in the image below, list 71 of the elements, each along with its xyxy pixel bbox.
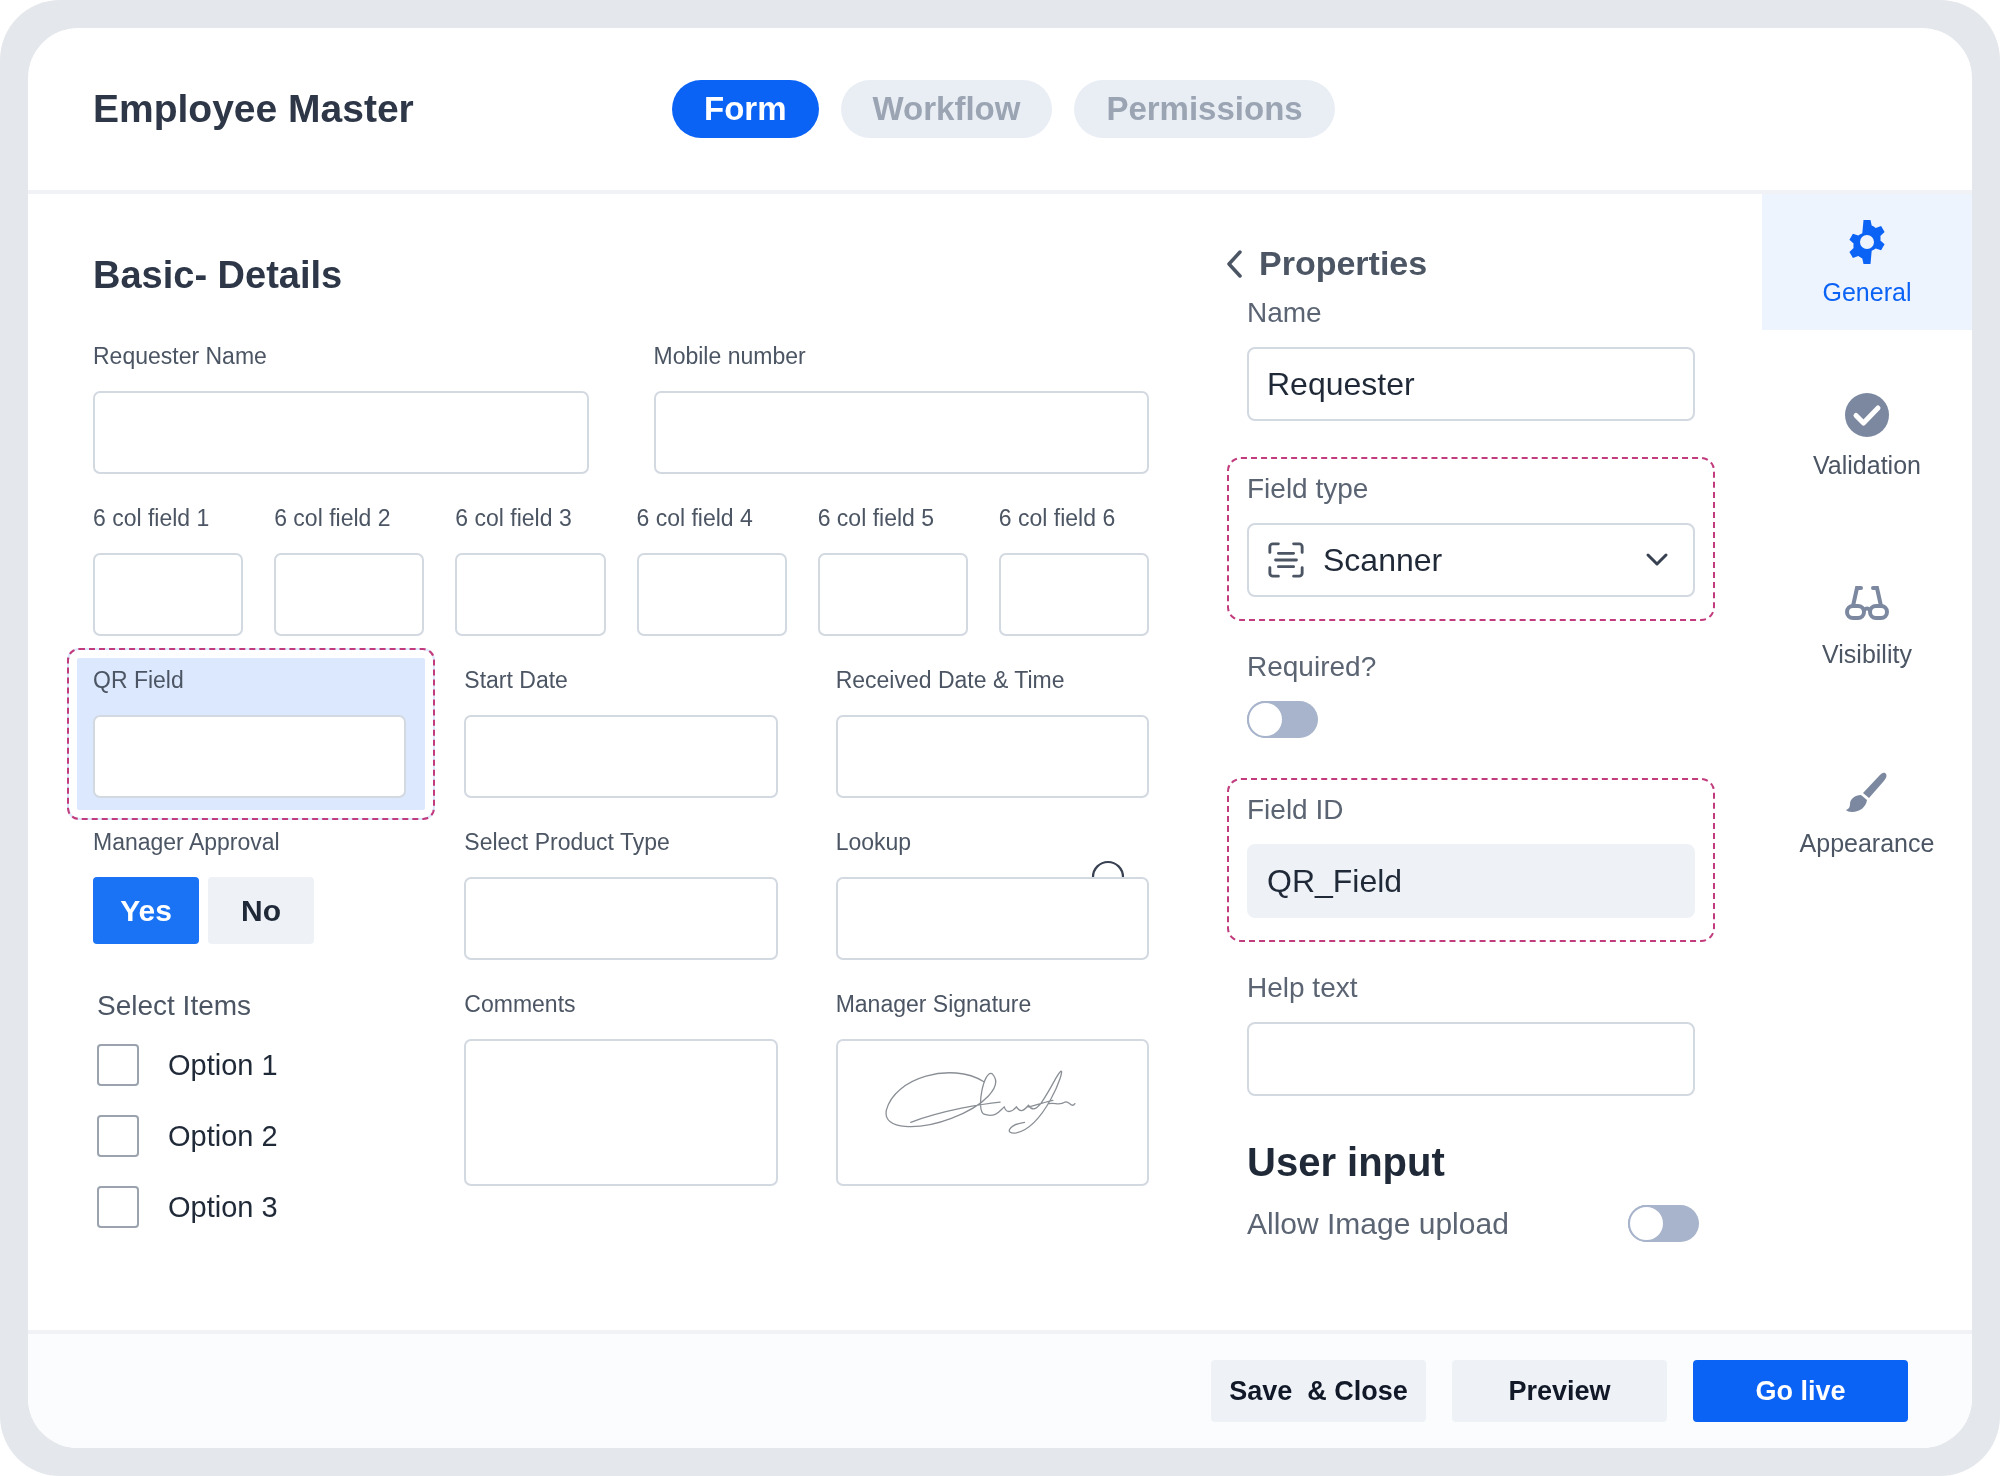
field-label: 6 col field 1 — [93, 504, 211, 532]
page-title: Employee Master — [93, 87, 415, 131]
toggle-switch[interactable] — [1247, 701, 1318, 738]
input-field[interactable] — [93, 715, 407, 798]
field-label: 6 col field 3 — [455, 504, 573, 532]
field-label: Mobile number — [653, 342, 807, 370]
selected-field[interactable]: QR Field — [67, 648, 436, 820]
field-label: Manager Signature — [835, 990, 1033, 1018]
setting-label: Allow Image upload — [1247, 1206, 1509, 1241]
sidebar-tab[interactable]: Appearance — [1762, 730, 1972, 897]
input-field[interactable] — [274, 553, 425, 636]
read-only-field: QR_Field — [1247, 844, 1695, 918]
dropdown[interactable]: Scanner — [1247, 523, 1695, 597]
property-label: Name — [1247, 297, 1323, 329]
input-field[interactable] — [464, 877, 778, 960]
chevron-down-icon — [1645, 552, 1669, 568]
text-field[interactable]: Requester — [1247, 347, 1695, 421]
sidebar-tab[interactable]: General — [1762, 194, 1972, 330]
comment-box[interactable] — [464, 1039, 778, 1186]
lookup-field[interactable] — [835, 877, 1149, 960]
input-field[interactable] — [636, 553, 787, 636]
back-chevron-icon — [1225, 248, 1245, 279]
field-label: Lookup — [835, 828, 913, 856]
panel-title: Properties — [1259, 244, 1428, 283]
dropdown-value: Scanner — [1323, 541, 1444, 579]
choice-button[interactable]: Yes — [93, 877, 199, 944]
field-label: Received Date & Time — [835, 666, 1066, 694]
field-label: 6 col field 6 — [998, 504, 1117, 532]
tab[interactable]: Form — [672, 80, 819, 138]
section-heading: Basic- Details — [93, 253, 344, 298]
field-label: Start Date — [464, 666, 569, 694]
property-label: Field ID — [1247, 794, 1345, 826]
action-button[interactable]: Save & Close — [1211, 1360, 1426, 1422]
input-field[interactable] — [817, 553, 968, 636]
property-label: Field type — [1247, 473, 1370, 505]
input-field[interactable] — [455, 553, 606, 636]
input-field[interactable] — [93, 553, 244, 636]
field-label: 6 col field 5 — [817, 504, 935, 532]
check-circle-icon — [1843, 391, 1891, 439]
action-button[interactable]: Preview — [1452, 1360, 1667, 1422]
checkbox[interactable] — [97, 1186, 139, 1228]
text-field[interactable] — [1247, 1022, 1695, 1096]
checkbox[interactable] — [97, 1044, 139, 1086]
choice-button[interactable]: No — [208, 877, 314, 944]
signature-pad[interactable] — [835, 1039, 1149, 1186]
option-label: Option 2 — [168, 1119, 278, 1153]
field-label: QR Field — [93, 666, 185, 694]
option-label: Option 1 — [168, 1048, 278, 1082]
field-label: Requester Name — [93, 342, 268, 370]
input-field[interactable] — [653, 391, 1149, 474]
property-label: Required? — [1247, 651, 1378, 683]
checkbox[interactable] — [97, 1115, 139, 1157]
toggle-switch[interactable] — [1628, 1205, 1699, 1242]
field-label: 6 col field 2 — [274, 504, 392, 532]
option-label: Option 3 — [168, 1190, 278, 1224]
field-label: 6 col field 4 — [636, 504, 754, 532]
field-label: Select Items — [97, 990, 253, 1022]
spinner-icon — [1091, 859, 1125, 879]
field-label: Manager Approval — [93, 828, 281, 856]
field-label: Select Product Type — [464, 828, 671, 856]
section-heading: User input — [1247, 1140, 1446, 1185]
scanner-icon — [1267, 541, 1305, 579]
property-label: Help text — [1247, 972, 1359, 1004]
input-field[interactable] — [93, 391, 589, 474]
field-label: Comments — [464, 990, 577, 1018]
sidebar-tab[interactable]: Validation — [1762, 352, 1972, 519]
sidebar-tab[interactable]: Visibility — [1762, 541, 1972, 708]
action-button[interactable]: Go live — [1693, 1360, 1908, 1422]
input-field[interactable] — [464, 715, 778, 798]
input-field[interactable] — [835, 715, 1149, 798]
input-field[interactable] — [998, 553, 1149, 636]
